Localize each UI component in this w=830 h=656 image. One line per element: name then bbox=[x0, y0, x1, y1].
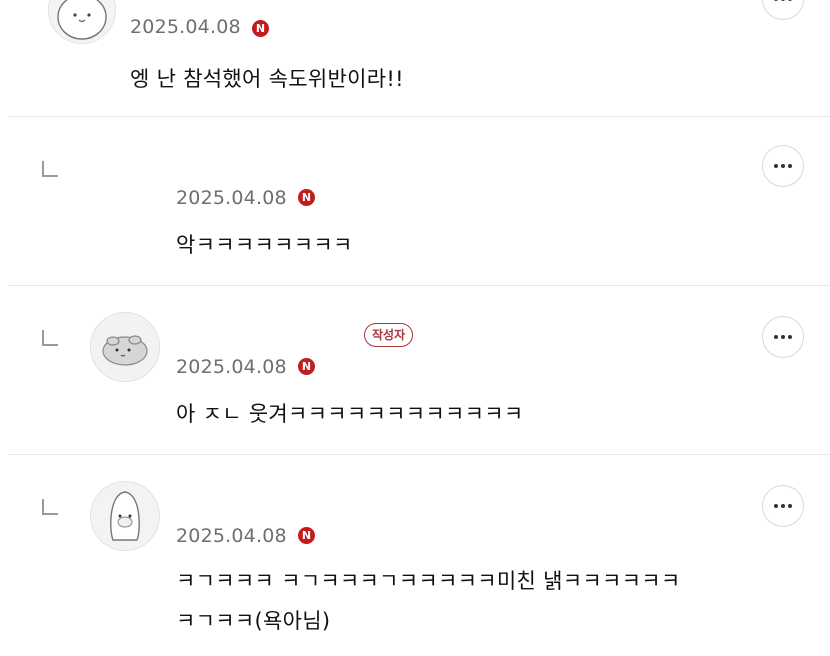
more-options-icon bbox=[774, 335, 778, 339]
more-options-button[interactable] bbox=[762, 485, 804, 527]
comment-3: 작성자 2025.04.08 N 아 ㅈㄴ 웃겨ㅋㅋㅋㅋㅋㅋㅋㅋㅋㅋㅋㅋ bbox=[0, 286, 830, 454]
comment-date: 2025.04.08 bbox=[130, 16, 241, 38]
new-badge: N bbox=[252, 20, 269, 37]
more-options-icon bbox=[774, 0, 778, 1]
commenter-avatar[interactable] bbox=[90, 312, 160, 382]
comment-date: 2025.04.08 bbox=[176, 525, 287, 547]
comment-date: 2025.04.08 bbox=[176, 356, 287, 378]
comment-1: 2025.04.08 N 엥 난 참석했어 속도위반이라!! bbox=[0, 0, 830, 116]
more-options-button[interactable] bbox=[762, 145, 804, 187]
author-badge: 작성자 bbox=[364, 323, 414, 347]
comment-text-line-2: ㅋㄱㅋㅋ(욕아님) bbox=[176, 609, 331, 633]
new-badge: N bbox=[298, 527, 315, 544]
cat-avatar-icon bbox=[49, 0, 115, 43]
penguin-avatar-icon bbox=[91, 482, 159, 550]
hamster-avatar-icon bbox=[91, 313, 159, 381]
commenter-avatar[interactable] bbox=[90, 481, 160, 551]
more-options-icon bbox=[774, 164, 778, 168]
more-options-icon bbox=[774, 504, 778, 508]
new-badge: N bbox=[298, 189, 315, 206]
comment-text-line-1: ㅋㄱㅋㅋㅋ ㅋㄱㅋㅋㅋㄱㅋㅋㅋㅋㅋ미친 낽ㅋㅋㅋㅋㅋㅋ bbox=[176, 569, 681, 593]
reply-arrow-icon bbox=[42, 330, 58, 346]
comment-2: 2025.04.08 N 악ㅋㅋㅋㅋㅋㅋㅋㅋ bbox=[0, 117, 830, 285]
more-options-button[interactable] bbox=[762, 0, 804, 20]
new-badge: N bbox=[298, 358, 315, 375]
more-options-button[interactable] bbox=[762, 316, 804, 358]
comment-4: 2025.04.08 N ㅋㄱㅋㅋㅋ ㅋㄱㅋㅋㅋㄱㅋㅋㅋㅋㅋ미친 낽ㅋㅋㅋㅋㅋㅋ… bbox=[0, 455, 830, 656]
comment-text: 악ㅋㅋㅋㅋㅋㅋㅋㅋ bbox=[176, 233, 353, 257]
comment-text: 아 ㅈㄴ 웃겨ㅋㅋㅋㅋㅋㅋㅋㅋㅋㅋㅋㅋ bbox=[176, 402, 524, 426]
commenter-avatar[interactable] bbox=[48, 0, 116, 44]
comment-date: 2025.04.08 bbox=[176, 187, 287, 209]
reply-arrow-icon bbox=[42, 499, 58, 515]
comment-text: 엥 난 참석했어 속도위반이라!! bbox=[130, 67, 404, 91]
reply-arrow-icon bbox=[42, 161, 58, 177]
